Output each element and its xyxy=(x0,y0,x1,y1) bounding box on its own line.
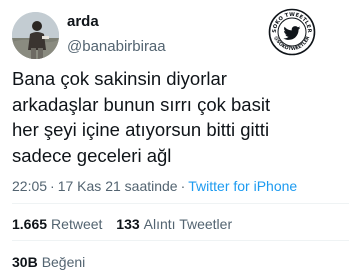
retweet-label: Retweet xyxy=(51,216,103,232)
quote-stat[interactable]: 133 Alıntı Tweetler xyxy=(116,216,232,232)
tweet-card: arda @banabirbiraa SOKO TWEETLER @SOKOTW… xyxy=(0,0,349,276)
retweet-stat[interactable]: 1.665 Retweet xyxy=(12,216,102,232)
engagement-stats: 1.665 Retweet 133 Alıntı Tweetler xyxy=(12,216,242,232)
quote-label: Alıntı Tweetler xyxy=(143,216,233,232)
like-count: 30B xyxy=(12,254,38,270)
meta-separator: · xyxy=(50,178,55,194)
quote-count: 133 xyxy=(116,216,140,232)
display-name[interactable]: arda xyxy=(67,14,166,29)
avatar[interactable] xyxy=(12,12,59,59)
user-info: arda @banabirbiraa xyxy=(67,14,166,54)
retweet-count: 1.665 xyxy=(12,216,48,232)
tweet-date[interactable]: 17 Kas 21 saatinde xyxy=(58,178,178,194)
divider xyxy=(12,203,349,204)
source-link[interactable]: Twitter for iPhone xyxy=(188,178,297,194)
like-label: Beğeni xyxy=(41,254,86,270)
like-stat[interactable]: 30B Beğeni xyxy=(12,254,85,270)
tweet-text: Bana çok sakinsin diyorlar arkadaşlar bu… xyxy=(12,68,271,166)
divider xyxy=(12,240,349,241)
like-stats: 30B Beğeni xyxy=(12,254,95,270)
user-handle[interactable]: @banabirbiraa xyxy=(67,39,166,54)
tweet-time[interactable]: 22:05 xyxy=(12,178,47,194)
meta-separator: · xyxy=(180,178,186,194)
avatar-photo xyxy=(12,12,59,59)
watermark-stamp: SOKO TWEETLER @SOKOTWEETLER xyxy=(268,8,316,56)
tweet-metadata: 22:05 · 17 Kas 21 saatinde · Twitter for iPh… xyxy=(12,178,297,194)
